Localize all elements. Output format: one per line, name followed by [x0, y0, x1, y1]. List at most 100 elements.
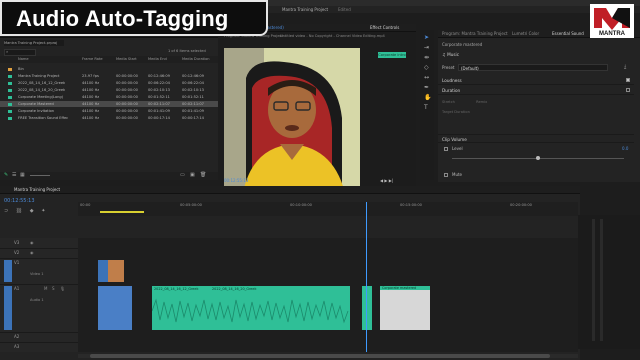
track-select-tool-icon[interactable]: ⇥ — [424, 44, 429, 51]
play-icon[interactable]: ▶ — [384, 178, 387, 183]
project-item[interactable]: Corporate Mastered 44100 Hz 00:00:00:00 00:… — [0, 101, 218, 107]
project-item[interactable]: Mantra Training Project 23.97 fps 00:00:00… — [0, 73, 218, 79]
track-header-a1: A1 Audio 1 M S 🎙 — [0, 284, 78, 333]
level-value[interactable]: 0.0 — [622, 146, 628, 151]
project-item[interactable]: FREE Transition Sound Effec 44100 Hz 00:00… — [0, 115, 218, 121]
timeline-tools: ⊃ ⛓ ◆ ✦ — [4, 208, 45, 214]
save-preset-icon[interactable]: ⤓ — [624, 64, 626, 70]
project-item[interactable]: Bin — [0, 66, 218, 72]
duration-label: Duration — [442, 88, 461, 93]
type-tool-icon[interactable]: T — [424, 104, 428, 111]
column-media-start[interactable]: Media Start — [116, 56, 137, 63]
scrollbar-thumb[interactable] — [90, 354, 550, 358]
duration-row[interactable]: Duration — [438, 86, 634, 95]
work-area-bar[interactable] — [100, 211, 144, 213]
add-marker-icon[interactable]: ◆ — [30, 208, 34, 214]
essential-sound-panel: Program: Mantra Training Project Lumetri… — [438, 30, 640, 182]
slip-tool-icon[interactable]: ↔ — [424, 74, 429, 81]
mic-icon[interactable]: 🎙 — [60, 286, 65, 291]
audio-file-icon — [8, 102, 12, 106]
selection-tool-icon[interactable]: ➤ — [424, 34, 429, 41]
tab-effect-controls[interactable]: Effect Controls — [370, 24, 399, 32]
audio-clip-corporate[interactable]: Corporate mastered — [380, 286, 430, 330]
wrench-icon[interactable]: ✦ — [41, 208, 45, 214]
project-item-name: 2022_08_14_16_12_Greek — [18, 81, 66, 85]
items-selected: 1 of 6 items selected — [168, 49, 206, 53]
level-slider[interactable] — [452, 156, 624, 160]
tab-essential-sound[interactable]: Essential Sound — [552, 30, 584, 38]
tools-panel: ➤ ⇥ ⇹ ◇ ↔ ✒ ✋ T — [420, 30, 434, 180]
project-item-name: Corporate Invitation — [18, 109, 55, 113]
play-controls: ◀ ▶ ▶| — [380, 178, 393, 183]
source-patch-v1[interactable] — [4, 260, 12, 282]
audio-file-icon — [8, 95, 12, 99]
icon-view-icon[interactable]: ▦ — [20, 172, 25, 178]
mute-icon[interactable]: M — [44, 286, 47, 291]
track-name: A2 — [14, 334, 20, 339]
remix-option[interactable]: Remix — [476, 100, 487, 104]
column-media-end[interactable]: Media End — [148, 56, 167, 63]
meter-bar-left — [592, 219, 595, 341]
eye-icon[interactable]: ◉ — [30, 250, 34, 255]
column-media-duration[interactable]: Media Duration — [182, 56, 210, 63]
source-patch-a1[interactable] — [4, 286, 12, 330]
pen-tool-icon[interactable]: ✒ — [424, 84, 429, 91]
razor-tool-icon[interactable]: ◇ — [424, 64, 429, 71]
project-item[interactable]: 2022_08_14_16_12_Greek 44100 Hz 00:00:00:0… — [0, 80, 218, 86]
new-item-icon[interactable]: ▣ — [190, 172, 195, 178]
pencil-icon[interactable]: ✎ — [4, 172, 8, 178]
level-slider-handle[interactable] — [536, 156, 540, 160]
column-frame-rate[interactable]: Frame Rate — [82, 56, 103, 63]
project-item-dur: 00:06:22:04 — [182, 81, 204, 85]
workspace-label: Mantra Training Project — [282, 7, 329, 12]
timeline-scrollbar[interactable] — [78, 354, 578, 358]
search-icon: ⌕ — [6, 49, 9, 54]
column-name[interactable]: Name — [18, 56, 29, 63]
ruler-label: 00:10:00:00 — [290, 203, 312, 207]
step-forward-icon[interactable]: ▶| — [389, 178, 393, 183]
video-clip[interactable] — [98, 260, 124, 282]
linked-audio-clip[interactable] — [98, 286, 132, 330]
project-item[interactable]: 2022_08_14_16_20_Greek 44100 Hz 00:00:00:0… — [0, 87, 218, 93]
track-label: Audio 1 — [30, 298, 44, 302]
linked-selection-icon[interactable]: ⛓ — [16, 208, 22, 214]
zoom-slider[interactable] — [30, 175, 50, 176]
clip-volume-row[interactable]: Clip Volume — [438, 134, 634, 143]
playhead[interactable] — [366, 202, 367, 352]
snap-icon[interactable]: ⊃ — [4, 208, 8, 214]
mute-checkbox[interactable] — [444, 173, 448, 177]
tab-program[interactable]: Program: Mantra Training Project — [442, 30, 508, 38]
loudness-checkbox[interactable] — [626, 78, 630, 82]
tab-lumetri[interactable]: Lumetri Color — [512, 30, 539, 38]
level-checkbox[interactable] — [444, 147, 448, 151]
list-view-icon[interactable]: ☰ — [12, 172, 16, 178]
stretch-option[interactable]: Stretch — [442, 100, 455, 104]
search-input[interactable]: ⌕ — [4, 49, 36, 56]
tab-sequence[interactable]: Mantra Training Project — [14, 186, 60, 194]
audio-meter — [578, 215, 640, 349]
step-back-icon[interactable]: ◀ — [380, 178, 383, 183]
project-item[interactable]: Corporate Meeting(Long) 44100 Hz 00:00:00:… — [0, 94, 218, 100]
hand-tool-icon[interactable]: ✋ — [424, 94, 431, 101]
trash-icon[interactable]: 🗑 — [200, 172, 206, 178]
timeline-ruler[interactable]: 00:00 00:05:00:00 00:10:00:00 00:15:00:0… — [78, 202, 578, 216]
track-name: V1 — [14, 260, 20, 265]
ripple-edit-tool-icon[interactable]: ⇹ — [424, 54, 429, 61]
project-item[interactable]: Corporate Invitation 44100 Hz 00:00:00:00 0… — [0, 108, 218, 114]
project-item-start: 00:00:00:00 — [116, 102, 138, 106]
ruler-label: 00:15:00:00 — [400, 203, 422, 207]
preset-row: Preset (Default) ⤓ — [442, 64, 632, 72]
new-bin-icon[interactable]: ▭ — [180, 172, 185, 178]
solo-icon[interactable]: S — [52, 286, 55, 291]
duration-checkbox[interactable] — [626, 88, 630, 92]
eye-icon[interactable]: ◉ — [30, 240, 34, 245]
edited-label: Edited — [338, 7, 351, 12]
monitor-timecode[interactable]: 00:12:55:13 — [224, 178, 248, 183]
loudness-row[interactable]: Loudness — [438, 76, 634, 85]
timeline-timecode[interactable]: 00:12:55:13 — [4, 198, 35, 204]
duration-options: Stretch Remix — [442, 100, 487, 104]
preset-dropdown[interactable]: (Default) — [458, 64, 608, 71]
timeline-panel: Mantra Training Project 00:12:55:13 ⊃ ⛓ … — [0, 186, 580, 360]
track-area[interactable]: 2022_08_14_16_12_Greek 2022_08_14_16_20_… — [78, 202, 578, 352]
audio-file-icon — [8, 116, 12, 120]
